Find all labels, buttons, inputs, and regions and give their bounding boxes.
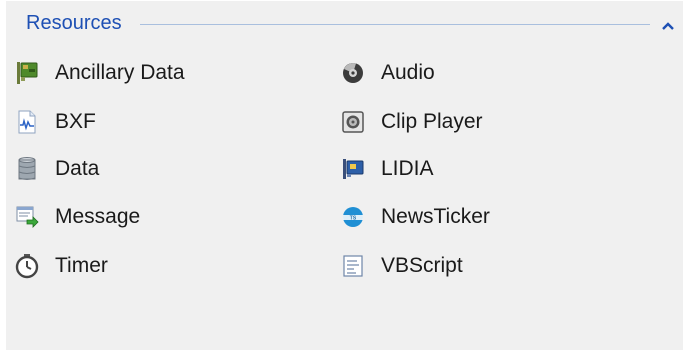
resource-item-newsticker[interactable]: TS NewsTicker bbox=[340, 201, 490, 233]
resource-item-label: Data bbox=[55, 157, 100, 180]
ancillary-data-icon bbox=[14, 60, 40, 86]
timer-icon bbox=[14, 253, 40, 279]
resources-header: Resources bbox=[6, 1, 683, 45]
section-title: Resources bbox=[26, 12, 122, 34]
resource-item-audio[interactable]: Audio bbox=[340, 57, 435, 89]
resource-item-label: Message bbox=[55, 205, 141, 228]
resource-item-label: Clip Player bbox=[381, 110, 483, 133]
resource-item-label: VBScript bbox=[381, 254, 463, 277]
resource-item-bxf[interactable]: BXF bbox=[14, 106, 96, 138]
resource-item-clip-player[interactable]: Clip Player bbox=[340, 106, 483, 138]
data-icon bbox=[14, 156, 40, 182]
resource-item-label: Audio bbox=[381, 61, 435, 84]
bxf-icon bbox=[14, 109, 40, 135]
resource-item-label: BXF bbox=[55, 110, 96, 133]
lidia-icon bbox=[340, 156, 366, 182]
resource-item-label: Timer bbox=[55, 254, 108, 277]
newsticker-icon: TS bbox=[340, 204, 366, 230]
resource-item-lidia[interactable]: LIDIA bbox=[340, 153, 434, 185]
resources-panel: Resources Ancillary Data Audio BXF Clip … bbox=[6, 0, 683, 350]
resource-item-label: LIDIA bbox=[381, 157, 434, 180]
resource-item-data[interactable]: Data bbox=[14, 153, 99, 185]
header-divider bbox=[140, 24, 650, 25]
clip-player-icon bbox=[340, 109, 366, 135]
resource-item-timer[interactable]: Timer bbox=[14, 250, 108, 282]
chevron-up-icon bbox=[662, 22, 674, 30]
resource-item-label: NewsTicker bbox=[381, 205, 490, 228]
svg-text:TS: TS bbox=[350, 216, 357, 222]
resource-item-vbscript[interactable]: VBScript bbox=[340, 250, 463, 282]
vbscript-icon bbox=[340, 253, 366, 279]
audio-icon bbox=[340, 60, 366, 86]
message-icon bbox=[14, 204, 40, 230]
resource-item-ancillary-data[interactable]: Ancillary Data bbox=[14, 57, 185, 89]
resource-item-message[interactable]: Message bbox=[14, 201, 140, 233]
collapse-button[interactable] bbox=[658, 16, 678, 36]
resource-item-label: Ancillary Data bbox=[55, 61, 185, 84]
